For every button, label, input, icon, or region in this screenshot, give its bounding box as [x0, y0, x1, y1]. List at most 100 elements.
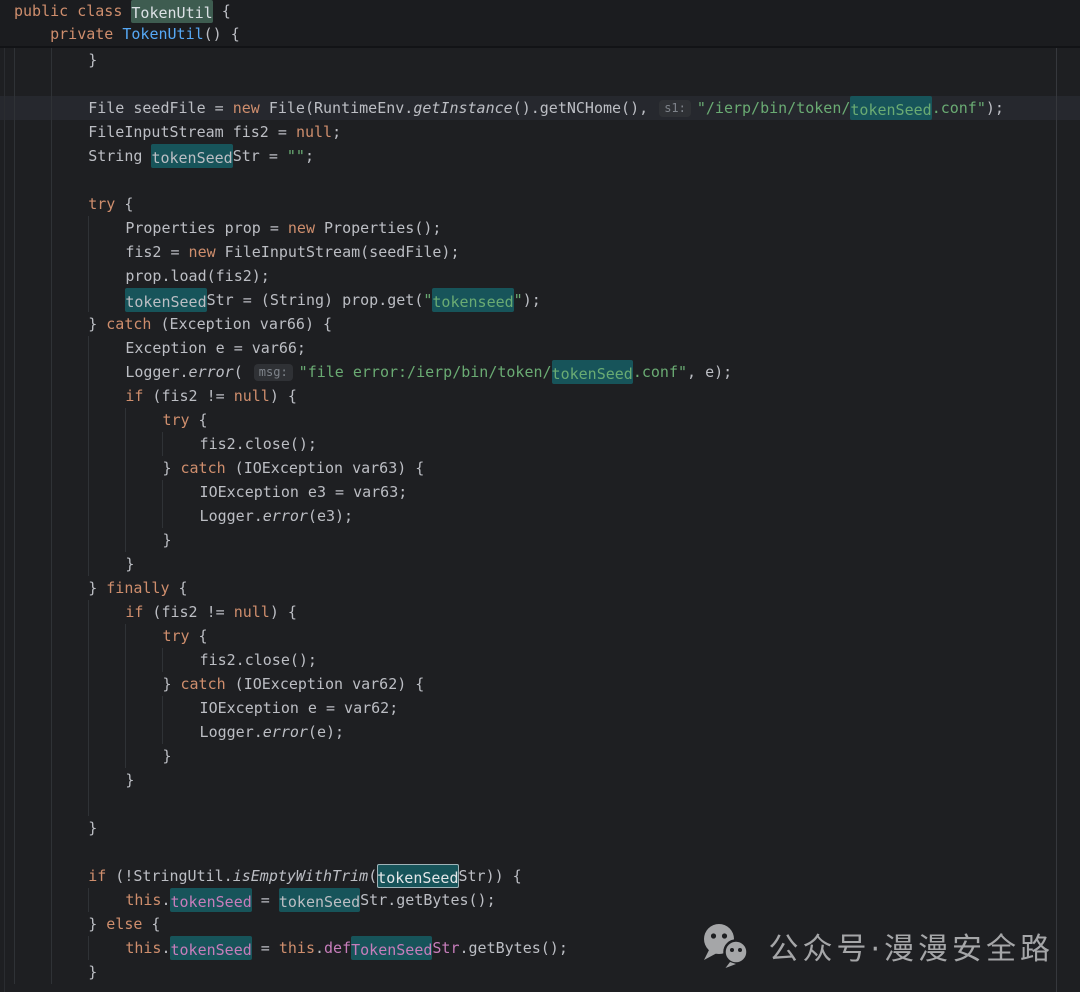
code-line[interactable]: }: [0, 48, 1080, 72]
code-token: }: [162, 744, 171, 768]
code-token: {: [170, 576, 188, 600]
code-line[interactable]: [0, 840, 1080, 864]
code-line[interactable]: [0, 72, 1080, 96]
code-line[interactable]: Logger.error(e3);: [0, 504, 1080, 528]
indent-guide: [51, 336, 88, 360]
indent-guide: [14, 216, 51, 240]
code-line[interactable]: }: [0, 768, 1080, 792]
code-line[interactable]: Properties prop = new Properties();: [0, 216, 1080, 240]
code-line[interactable]: public class TokenUtil {: [0, 0, 1080, 23]
code-token: this: [125, 936, 161, 960]
indent-guide: [88, 408, 125, 432]
indent-guide: [51, 672, 88, 696]
code-token: }: [88, 960, 97, 984]
code-token: Exception e = var66;: [125, 336, 306, 360]
indent-guide: [14, 48, 51, 72]
code-token: () {: [204, 23, 240, 46]
sticky-context-lines[interactable]: public class TokenUtil { private TokenUt…: [0, 0, 1080, 48]
code-line[interactable]: } catch (Exception var66) {: [0, 312, 1080, 336]
code-token: ": [423, 288, 432, 312]
code-token: catch: [181, 456, 226, 480]
code-line[interactable]: Exception e = var66;: [0, 336, 1080, 360]
code-line[interactable]: try {: [0, 624, 1080, 648]
indent-guide: [14, 744, 51, 768]
search-match: tokenSeed: [377, 864, 458, 888]
indent-guide: [125, 624, 162, 648]
code-line[interactable]: File seedFile = new File(RuntimeEnv.getI…: [0, 96, 1080, 120]
code-line[interactable]: fis2.close();: [0, 648, 1080, 672]
indent-guide: [125, 432, 162, 456]
code-token: }: [162, 456, 180, 480]
code-line[interactable]: [0, 792, 1080, 816]
code-line[interactable]: IOException e = var62;: [0, 696, 1080, 720]
code-line[interactable]: this.tokenSeed = tokenSeedStr.getBytes()…: [0, 888, 1080, 912]
code-token: (fis2 !=: [143, 600, 233, 624]
code-token: fis2 =: [125, 240, 188, 264]
code-line[interactable]: private TokenUtil() {: [0, 23, 1080, 46]
search-match: tokenSeed: [170, 936, 251, 960]
indent-guide: [14, 480, 51, 504]
code-token: IOException e = var62;: [200, 696, 399, 720]
code-line[interactable]: try {: [0, 192, 1080, 216]
code-token: (IOException var62) {: [226, 672, 425, 696]
code-line[interactable]: FileInputStream fis2 = null;: [0, 120, 1080, 144]
indent-guide: [51, 864, 88, 888]
indent-guide: [88, 384, 125, 408]
code-line[interactable]: } catch (IOException var62) {: [0, 672, 1080, 696]
code-line[interactable]: } catch (IOException var63) {: [0, 456, 1080, 480]
inlay-hint[interactable]: msg:: [254, 364, 293, 381]
code-line[interactable]: IOException e3 = var63;: [0, 480, 1080, 504]
code-token: Str: [432, 936, 459, 960]
code-token: String: [88, 144, 151, 168]
code-line[interactable]: }: [0, 816, 1080, 840]
code-token: FileInputStream(seedFile);: [216, 240, 460, 264]
code-line[interactable]: try {: [0, 408, 1080, 432]
code-line[interactable]: Logger.error( msg:"file error:/ierp/bin/…: [0, 360, 1080, 384]
code-line[interactable]: fis2 = new FileInputStream(seedFile);: [0, 240, 1080, 264]
indent-guide: [51, 144, 88, 168]
indent-guide: [51, 720, 88, 744]
code-line[interactable]: prop.load(fis2);: [0, 264, 1080, 288]
code-line[interactable]: }: [0, 552, 1080, 576]
code-line[interactable]: String tokenSeedStr = "";: [0, 144, 1080, 168]
code-token: }: [88, 576, 106, 600]
code-token: Str =: [233, 144, 287, 168]
indent-guide: [14, 912, 51, 936]
indent-guide: [88, 648, 125, 672]
inlay-hint[interactable]: s1:: [659, 100, 691, 117]
watermark: 公众号·漫漫安全路: [699, 922, 1054, 970]
code-token: prop.load(fis2);: [125, 264, 270, 288]
indent-guide: [51, 552, 88, 576]
code-line[interactable]: fis2.close();: [0, 432, 1080, 456]
code-token: }: [125, 552, 134, 576]
indent-guide: [88, 480, 125, 504]
code-token: null: [234, 600, 270, 624]
indent-guide: [14, 240, 51, 264]
code-token: }: [162, 528, 171, 552]
code-area[interactable]: } File seedFile = new File(RuntimeEnv.get…: [0, 48, 1080, 984]
code-token: (IOException var63) {: [226, 456, 425, 480]
indent-guide: [14, 720, 51, 744]
indent-guide: [88, 456, 125, 480]
code-token: Logger.: [200, 504, 263, 528]
code-line[interactable]: } finally {: [0, 576, 1080, 600]
code-token: catch: [106, 312, 151, 336]
code-line[interactable]: tokenSeedStr = (String) prop.get("tokens…: [0, 288, 1080, 312]
code-line[interactable]: if (!StringUtil.isEmptyWithTrim(tokenSee…: [0, 864, 1080, 888]
indent-guide: [14, 792, 51, 816]
indent-guide: [51, 264, 88, 288]
code-line[interactable]: if (fis2 != null) {: [0, 600, 1080, 624]
code-line[interactable]: }: [0, 528, 1080, 552]
indent-guide: [125, 528, 162, 552]
code-token: try: [162, 624, 189, 648]
code-line[interactable]: Logger.error(e);: [0, 720, 1080, 744]
code-line[interactable]: }: [0, 744, 1080, 768]
code-line[interactable]: if (fis2 != null) {: [0, 384, 1080, 408]
code-token: (: [234, 360, 252, 384]
indent-guide: [51, 912, 88, 936]
indent-guide: [14, 288, 51, 312]
indent-guide: [14, 360, 51, 384]
code-line[interactable]: [0, 168, 1080, 192]
code-token: ;: [332, 120, 341, 144]
indent-guide: [51, 816, 88, 840]
